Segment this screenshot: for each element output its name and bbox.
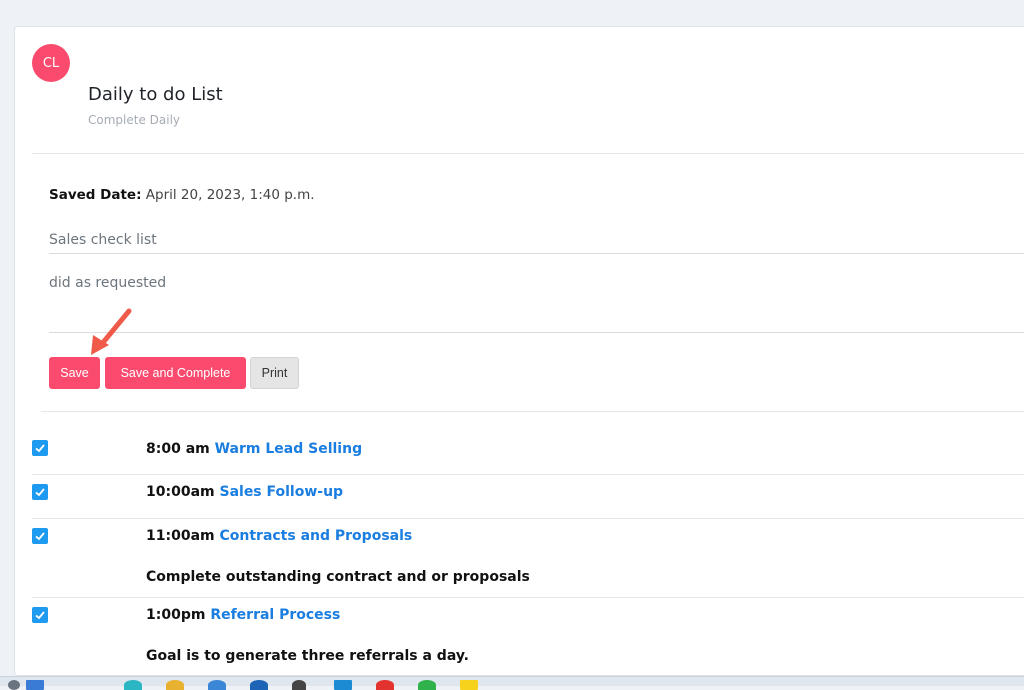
edge-icon[interactable]	[124, 680, 142, 690]
task-title: 11:00am Contracts and Proposals	[146, 528, 412, 544]
task-view-icon[interactable]	[26, 680, 44, 690]
task-checkbox[interactable]	[32, 484, 48, 500]
task-row: 11:00am Contracts and Proposals Complete…	[15, 519, 1024, 597]
task-link[interactable]: Warm Lead Selling	[215, 441, 362, 457]
field-underline	[49, 332, 1024, 333]
app-icon[interactable]	[292, 680, 306, 690]
task-link[interactable]: Sales Follow-up	[219, 484, 343, 500]
checkmark-icon	[35, 488, 45, 497]
checkmark-icon	[35, 532, 45, 541]
saved-date-label: Saved Date:	[49, 187, 142, 203]
task-time: 1:00pm	[146, 607, 206, 623]
task-checkbox[interactable]	[32, 607, 48, 623]
folder-icon[interactable]	[166, 680, 184, 690]
page-title: Daily to do List	[88, 84, 223, 105]
task-title: 10:00am Sales Follow-up	[146, 484, 343, 500]
task-note: Complete outstanding contract and or pro…	[146, 569, 530, 585]
app-icon[interactable]	[418, 680, 436, 690]
search-icon[interactable]	[8, 680, 20, 690]
checkmark-icon	[35, 611, 45, 620]
task-row: 8:00 am Warm Lead Selling	[15, 412, 1024, 474]
divider	[32, 153, 1024, 154]
save-button[interactable]: Save	[49, 357, 100, 389]
save-and-complete-button[interactable]: Save and Complete	[105, 357, 246, 389]
checkmark-icon	[35, 444, 45, 453]
task-time: 10:00am	[146, 484, 215, 500]
task-time: 8:00 am	[146, 441, 210, 457]
task-row: 1:00pm Referral Process Goal is to gener…	[15, 598, 1024, 675]
task-checkbox[interactable]	[32, 440, 48, 456]
avatar[interactable]: CL	[32, 44, 70, 82]
task-time: 11:00am	[146, 528, 215, 544]
chrome-icon[interactable]	[376, 680, 394, 690]
saved-date-value: April 20, 2023, 1:40 p.m.	[145, 187, 315, 203]
annotation-arrow-icon	[91, 308, 132, 355]
avatar-initials: CL	[42, 55, 60, 71]
task-checkbox[interactable]	[32, 528, 48, 544]
page-subtitle: Complete Daily	[88, 113, 181, 127]
checklist-name-field[interactable]: Sales check list	[49, 232, 157, 248]
task-row: 10:00am Sales Follow-up	[15, 475, 1024, 518]
task-note: Goal is to generate three referrals a da…	[146, 648, 470, 664]
app-icon[interactable]	[334, 680, 352, 690]
task-title: 1:00pm Referral Process	[146, 607, 340, 623]
mail-icon[interactable]	[250, 680, 268, 690]
print-button[interactable]: Print	[250, 357, 299, 389]
task-title: 8:00 am Warm Lead Selling	[146, 441, 362, 457]
notes-field[interactable]: did as requested	[49, 275, 166, 291]
field-underline	[49, 253, 1024, 254]
store-icon[interactable]	[208, 680, 226, 690]
windows-taskbar	[0, 676, 1024, 690]
task-link[interactable]: Contracts and Proposals	[219, 528, 412, 544]
todo-card: CL Daily to do List Complete Daily Saved…	[14, 26, 1024, 676]
task-link[interactable]: Referral Process	[210, 607, 340, 623]
sticky-notes-icon[interactable]	[460, 680, 478, 690]
saved-date: Saved Date: April 20, 2023, 1:40 p.m.	[49, 187, 315, 203]
